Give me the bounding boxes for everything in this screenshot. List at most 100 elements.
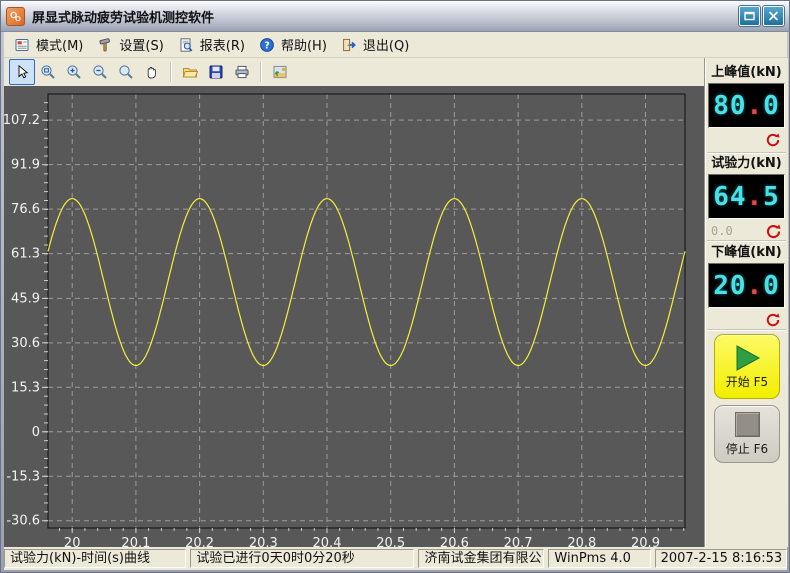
chart-client-area: 20 20.1 20.2 20.3 20.4 20.5 20.6 20.7 20.8 20.9 10… [4,86,704,547]
svg-text:76.6: 76.6 [11,202,40,217]
menu-item-settings[interactable]: 设置(S) [92,33,172,56]
report-icon [178,37,194,53]
select-cursor-button[interactable] [9,59,35,85]
zoom-window-icon [40,64,56,80]
menu-item-help[interactable]: ? 帮助(H) [254,33,336,56]
zoom-out-icon [92,64,108,80]
save-floppy-icon [208,64,224,80]
side-panel: 上峰值(kN) 80.0 试验力(kN) 64.5 0.0 [704,58,788,547]
close-icon [768,11,779,21]
printer-icon [234,64,250,80]
test-force-display: 64.5 [708,174,785,219]
svg-text:-30.6: -30.6 [6,514,40,529]
app-icon [6,7,25,26]
stop-button[interactable]: 停止 F6 [714,405,780,463]
svg-text:20.4: 20.4 [313,536,342,547]
svg-text:20: 20 [64,536,81,547]
refresh-icon [765,312,781,328]
tool-bar [4,58,704,86]
svg-text:20.6: 20.6 [440,536,469,547]
panel-divider [707,329,786,331]
lower-peak-display: 20.0 [708,263,785,308]
menu-item-label: 设置(S) [119,35,163,54]
cursor-icon [14,64,30,80]
svg-text:15.3: 15.3 [11,380,40,395]
zoom-in-button[interactable] [61,59,87,85]
zoom-button[interactable] [113,59,139,85]
svg-text:20.9: 20.9 [631,536,660,547]
panel-divider [707,240,786,242]
lower-peak-reset-button[interactable] [764,311,782,329]
pan-hand-icon [144,64,160,80]
app-window: 屏显式脉动疲劳试验机测控软件 模式(M) [0,0,790,573]
toolbar-separator [260,62,262,82]
test-force-memory-value: 0.0 [711,224,733,238]
upper-peak-reset-button[interactable] [764,131,782,149]
lower-peak-group: 下峰值(kN) 20.0 [705,244,788,330]
settings-icon [97,37,113,53]
upper-peak-label: 上峰值(kN) [705,64,788,82]
test-force-reset-button[interactable] [764,222,782,240]
save-button[interactable] [203,59,229,85]
menu-item-report[interactable]: 报表(R) [173,33,254,56]
svg-text:20.5: 20.5 [376,536,405,547]
svg-text:20.3: 20.3 [249,536,278,547]
menu-bar: 模式(M) 设置(S) 报表(R) ? 帮助(H) [4,32,787,58]
svg-text:30.6: 30.6 [11,336,40,351]
menu-item-label: 帮助(H) [281,35,327,54]
upper-peak-display: 80.0 [708,83,785,128]
window-title: 屏显式脉动疲劳试验机测控软件 [32,7,736,26]
help-icon: ? [259,37,275,53]
menu-item-mode[interactable]: 模式(M) [9,33,92,56]
start-button[interactable]: 开始 F5 [714,334,780,399]
svg-text:45.9: 45.9 [11,291,40,306]
svg-text:20.8: 20.8 [567,536,596,547]
status-curve-label: 试验力(kN)-时间(s)曲线 [4,549,186,568]
landscape-icon [272,64,288,80]
start-button-label: 开始 F5 [726,373,768,390]
mode-icon [14,37,30,53]
zoom-out-button[interactable] [87,59,113,85]
panel-divider [707,152,786,154]
zoom-in-icon [66,64,82,80]
print-button[interactable] [229,59,255,85]
status-version: WinPms 4.0 [548,549,650,568]
background-image-button[interactable] [267,59,293,85]
svg-text:107.2: 107.2 [4,113,40,128]
toolbar-separator [170,62,172,82]
upper-peak-group: 上峰值(kN) 80.0 [705,64,788,150]
zoom-icon [118,64,134,80]
menu-item-label: 退出(Q) [363,35,409,54]
maximize-button[interactable] [739,6,760,26]
svg-text:20.1: 20.1 [121,536,150,547]
svg-text:91.9: 91.9 [11,158,40,173]
force-time-chart[interactable]: 20 20.1 20.2 20.3 20.4 20.5 20.6 20.7 20.8 20.9 10… [4,86,704,547]
svg-text:61.3: 61.3 [11,247,40,262]
stop-square-icon [735,412,760,437]
svg-text:0: 0 [32,425,40,440]
open-folder-icon [182,64,198,80]
stop-button-label: 停止 F6 [726,440,768,457]
menu-item-label: 报表(R) [200,35,245,54]
zoom-window-button[interactable] [35,59,61,85]
test-force-label: 试验力(kN) [705,155,788,173]
menu-item-exit[interactable]: 退出(Q) [336,33,418,56]
open-file-button[interactable] [177,59,203,85]
menu-item-label: 模式(M) [36,35,83,54]
play-icon [732,344,762,372]
svg-text:-15.3: -15.3 [6,469,40,484]
maximize-icon [744,11,755,21]
lower-peak-label: 下峰值(kN) [705,244,788,262]
title-bar[interactable]: 屏显式脉动疲劳试验机测控软件 [1,1,789,32]
svg-text:20.7: 20.7 [504,536,533,547]
pan-button[interactable] [139,59,165,85]
refresh-icon [765,223,782,240]
svg-text:?: ? [264,40,270,51]
gears-icon [9,10,22,23]
svg-text:20.2: 20.2 [185,536,214,547]
close-button[interactable] [763,6,784,26]
status-bar: 试验力(kN)-时间(s)曲线 试验已进行0天0时0分20秒 济南试金集团有限公… [4,547,787,570]
status-company: 济南试金集团有限公司 [418,549,544,568]
status-datetime: 2007-2-15 8:16:53 [655,549,787,568]
exit-icon [341,37,357,53]
